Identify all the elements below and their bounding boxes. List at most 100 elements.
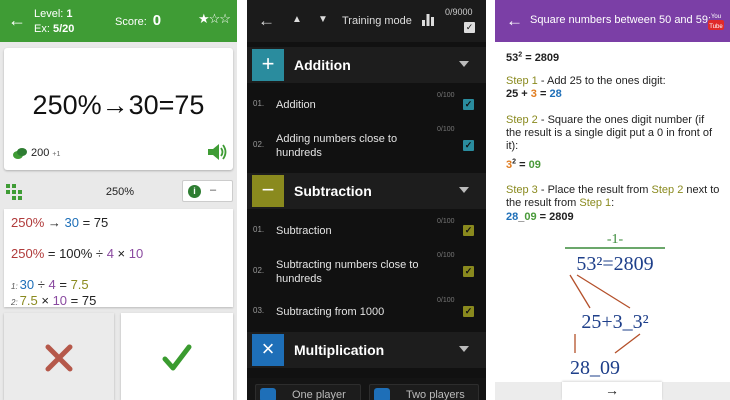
eq-base: 53	[506, 51, 519, 64]
points-delta: +1	[52, 151, 61, 158]
training-mode-screen: ← ▲ ▼ Training mode 0/9000 ✓ + Addition …	[247, 0, 486, 400]
item-checkbox[interactable]: ✓	[463, 225, 474, 236]
wrong-answer-button[interactable]	[4, 313, 114, 400]
item-progress: 0/100	[437, 218, 455, 225]
chevron-down-icon[interactable]	[459, 187, 469, 193]
calc-token: +	[518, 88, 531, 100]
person-icon	[260, 388, 276, 400]
exercise-value: 5/20	[52, 23, 75, 35]
item-label: Addition	[276, 99, 316, 111]
hint-card: 250% → 30 = 75 250% = 100% ÷ 4 × 10 1: 30…	[4, 209, 233, 307]
tutorial-screen: ← Square numbers between 50 and 59: You …	[495, 0, 730, 400]
stats-chart-icon[interactable]	[422, 14, 434, 26]
item-label: Subtraction	[276, 225, 332, 237]
item-index: 01.	[253, 99, 265, 108]
speaker-icon[interactable]	[207, 143, 227, 161]
chevron-down-icon[interactable]	[459, 61, 469, 67]
tutorial-equation: 532 = 2809	[506, 48, 722, 65]
category-multiplication[interactable]: × Multiplication	[247, 332, 486, 368]
two-players-label: Two players	[406, 389, 465, 400]
hw-top: -1-	[607, 232, 624, 247]
step-ref: Step 2	[651, 184, 684, 196]
item-checkbox[interactable]: ✓	[463, 266, 474, 277]
hw-arrow	[576, 274, 631, 309]
calc-token: 09	[524, 211, 537, 223]
calc-token: =	[516, 158, 529, 171]
calc-token: 09	[528, 158, 541, 171]
next-arrow-button[interactable]: →	[562, 382, 662, 400]
svg-text:You: You	[711, 14, 721, 20]
tutorial-content: 532 = 2809 Step 1 - Add 25 to the ones d…	[495, 42, 730, 382]
step-label: Step 1	[506, 75, 538, 87]
hw-result: 28_09	[570, 357, 620, 379]
back-arrow-icon[interactable]: ←	[506, 11, 523, 31]
calculator-grid-icon	[6, 184, 22, 200]
level-indicator: Level: 1	[34, 8, 73, 21]
tutorial-footer: →	[495, 382, 730, 400]
category-addition[interactable]: + Addition	[247, 47, 486, 83]
step-2-text: Step 2 - Square the ones digit number (i…	[506, 114, 722, 153]
step-3-calc: 28_09 = 2809	[506, 211, 722, 224]
step-text: :	[611, 197, 615, 209]
one-player-button[interactable]: One player	[255, 384, 361, 400]
plus-icon: +	[252, 49, 284, 81]
calc-token: 28	[549, 88, 562, 100]
total-progress: 0/9000	[445, 7, 473, 17]
hint-line-4: 2: 7.5 × 10 = 75	[11, 293, 96, 307]
item-index: 03.	[253, 306, 265, 315]
one-player-label: One player	[292, 389, 346, 400]
score-value: 0	[152, 12, 162, 29]
item-label: Adding numbers close to hundreds	[276, 133, 398, 159]
tutorial-header: ← Square numbers between 50 and 59: You …	[495, 0, 730, 42]
hint-token: 10	[128, 246, 144, 261]
training-header: ← ▲ ▼ Training mode 0/9000 ✓	[247, 0, 486, 42]
item-checkbox[interactable]: ✓	[463, 99, 474, 110]
hint-line-1: 250% → 30 = 75	[11, 215, 108, 230]
points-value: 200	[31, 147, 50, 159]
two-players-button[interactable]: Two players	[369, 384, 479, 400]
step-text: - Place the result from	[537, 184, 652, 196]
item-progress: 0/100	[437, 92, 455, 99]
eq-result: = 2809	[522, 51, 560, 64]
collapse-dash: –	[210, 184, 217, 196]
chevron-down-icon[interactable]	[459, 346, 469, 352]
training-title: Training mode	[342, 15, 412, 27]
back-arrow-icon[interactable]: ←	[258, 11, 275, 31]
sort-up-icon[interactable]: ▲	[292, 14, 302, 25]
points-display: 200 +1	[31, 147, 60, 159]
youtube-icon[interactable]: You Tube	[707, 11, 725, 31]
hw-middle: 25+3_3²	[581, 311, 648, 333]
item-checkbox[interactable]: ✓	[463, 306, 474, 317]
step-text: - Add 25 to the ones digit:	[537, 75, 666, 87]
hint-toggle-button[interactable]: i –	[182, 180, 233, 202]
hint-token: 30	[19, 277, 35, 292]
hint-token: 250%	[11, 246, 45, 261]
step-text: - Square the ones digit number (if the r…	[506, 114, 713, 152]
step-1-text: Step 1 - Add 25 to the ones digit:	[506, 75, 722, 88]
hw-arrow	[569, 274, 591, 309]
item-index: 02.	[253, 140, 265, 149]
correct-answer-button[interactable]	[121, 313, 233, 400]
hint-line-3: 1: 30 ÷ 4 = 7.5	[11, 277, 89, 292]
category-subtraction[interactable]: − Subtraction	[247, 173, 486, 209]
sort-down-icon[interactable]: ▼	[318, 14, 328, 25]
question-card: 250%→30=75 200 +1	[4, 48, 233, 170]
hint-token: →	[44, 215, 65, 230]
calc-token: =	[536, 88, 550, 100]
select-all-checkbox[interactable]: ✓	[464, 22, 475, 33]
question-text: 250%→30=75	[32, 90, 205, 120]
item-index: 02.	[253, 266, 265, 275]
game-header: ← Level: 1 Ex: 5/20 Score: 0 ★☆☆	[0, 0, 237, 42]
step-1-calc: 25 + 3 = 28	[506, 88, 722, 101]
level-label: Level:	[34, 8, 64, 20]
hint-token: ÷	[34, 277, 49, 292]
hw-equation: 53²=2809	[576, 253, 653, 275]
people-icon	[374, 388, 390, 400]
category-label: Multiplication	[294, 342, 385, 358]
step-ref: Step 1	[579, 197, 612, 209]
item-progress: 0/100	[437, 126, 455, 133]
back-arrow-icon[interactable]: ←	[8, 10, 26, 30]
item-checkbox[interactable]: ✓	[463, 140, 474, 151]
step-label: Step 2	[506, 114, 538, 126]
hint-token: 7.5	[70, 277, 89, 292]
